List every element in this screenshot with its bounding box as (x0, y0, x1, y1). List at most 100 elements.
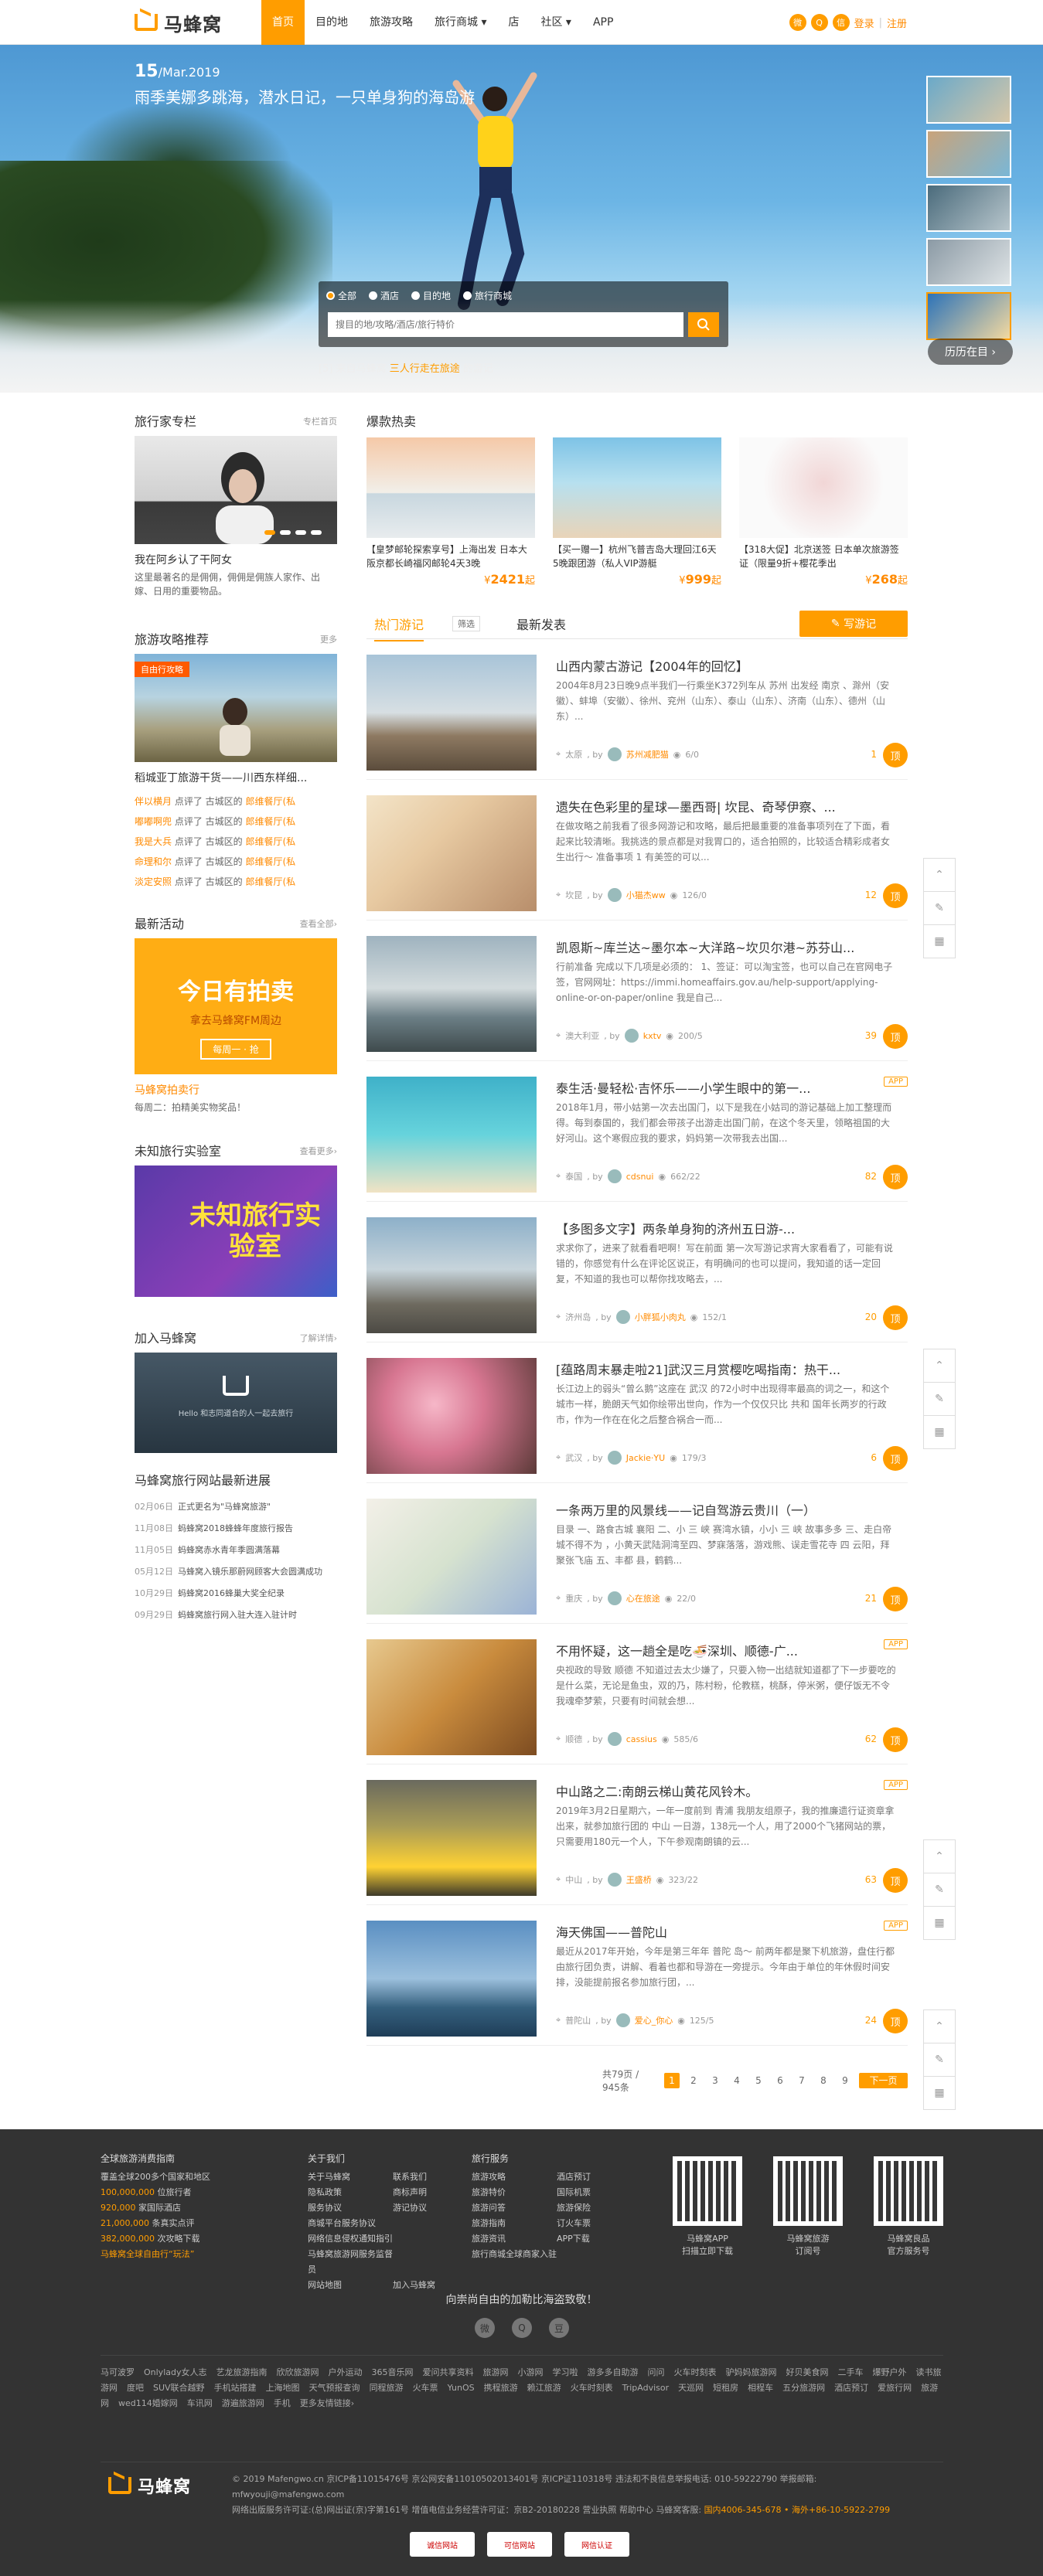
travelogue-item[interactable]: 不用怀疑，这一趟全是吃🍜深圳、顺德-广... APP 央视政的导致 顺德 不知道过去… (366, 1624, 908, 1764)
qq-icon[interactable]: Q (512, 2318, 532, 2338)
product-card[interactable]: 【买一赠一】杭州飞普吉岛大理回江6天5晚跟团游（私人VIP游艇 ¥999起 (553, 437, 721, 587)
travelogue-title[interactable]: 海天佛国——普陀山 (556, 1922, 896, 1941)
travelogue-author[interactable]: 爱心_你心 (635, 2014, 673, 2026)
wechat-icon[interactable]: 信 (832, 14, 850, 31)
friend-link[interactable]: 学习啦 (553, 2367, 578, 2377)
travelogue-title[interactable]: 一条两万里的风景线——记自驾游云贵川（一） (556, 1500, 896, 1519)
activity-banner[interactable]: 今日有拍卖 拿去马蜂窝FM周边 每周一 · 抢 (135, 938, 337, 1074)
news-item[interactable]: 11月08日 蚂蜂窝2018蜂蜂年度旅行报告 (135, 1518, 337, 1540)
travelogue-title[interactable]: 山西内蒙古游记【2004年的回忆】 (556, 656, 896, 675)
avatar[interactable] (607, 1169, 622, 1183)
recommend-card-title[interactable]: 稻城亚丁旅游干货——川西东样细... (135, 770, 337, 785)
friend-link[interactable]: 火车时刻表 (674, 2367, 717, 2377)
footer-link[interactable]: 商城平台服务协议 (308, 2216, 393, 2231)
nav-community[interactable]: 社区 ▾ (530, 0, 581, 45)
travelogue-item[interactable]: 【多图多文字】两条单身狗的济州五日游-... 求求你了，进来了就看看吧啊！写在前面… (366, 1202, 908, 1342)
footer-link[interactable]: 关于马蜂窝 (308, 2169, 393, 2185)
travelogue-item[interactable]: 泰生活·曼轻松·吉怀乐——小学生眼中的第一... APP 2018年1月，带小姑第一… (366, 1061, 908, 1202)
avatar[interactable] (607, 888, 622, 902)
like-button[interactable]: 顶 (883, 1024, 908, 1049)
review-shop[interactable]: 郎维餐厅(私 (245, 816, 295, 827)
footer-link[interactable]: 服务协议 (308, 2200, 393, 2216)
douban-icon[interactable]: 豆 (549, 2318, 569, 2338)
friend-link[interactable]: 好贝美食网 (786, 2367, 829, 2377)
column-image[interactable] (135, 436, 337, 544)
travelogue-image[interactable] (366, 936, 537, 1052)
footer-link[interactable]: 商标声明 (393, 2185, 478, 2200)
tab-latest[interactable]: 最新发表 (516, 614, 566, 633)
like-button[interactable]: 顶 (883, 743, 908, 767)
travelogue-image[interactable] (366, 795, 537, 911)
nav-guides[interactable]: 旅游攻略 (359, 0, 424, 45)
lab-banner[interactable]: 未知旅行实验室 (135, 1165, 337, 1297)
footer-link[interactable]: 旅游保险 (557, 2200, 642, 2216)
column-card-title[interactable]: 我在阿乡认了干阿女 (135, 552, 337, 567)
news-item[interactable]: 11月05日 蚂蜂窝赤水青年季圆满落幕 (135, 1540, 337, 1561)
travelogue-place[interactable]: 太原 (565, 748, 582, 761)
footer-link[interactable]: 网络信息侵权通知指引 (308, 2231, 393, 2247)
page-number[interactable]: 2 (686, 2073, 701, 2088)
friend-link[interactable]: 天巡网 (678, 2383, 704, 2393)
join-banner[interactable]: Hello 和志同道合的人一起去旅行 (135, 1353, 337, 1453)
login-link[interactable]: 登录 (854, 15, 874, 30)
friend-link[interactable]: 手机站搭建 (214, 2383, 257, 2393)
friend-link[interactable]: 爱问共享资料 (423, 2367, 474, 2377)
page-number[interactable]: 6 (772, 2073, 788, 2088)
review-shop[interactable]: 郎维餐厅(私 (245, 796, 295, 807)
travelogue-image[interactable] (366, 1499, 537, 1615)
travelogue-author[interactable]: 小胖狐小肉丸 (635, 1311, 686, 1323)
friend-link[interactable]: 小游网 (518, 2367, 544, 2377)
weibo-icon[interactable]: 微 (475, 2318, 495, 2338)
service-qrcode[interactable]: 马蜂窝良品 官方服务号 (874, 2156, 943, 2257)
qrcode-icon[interactable]: ▦ (923, 1415, 956, 1449)
news-item[interactable]: 02月06日 正式更名为"马蜂窝旅游" (135, 1496, 337, 1518)
travelogue-author[interactable]: 苏州减肥猫 (626, 748, 669, 761)
friend-link[interactable]: wed114婚嫁网 (118, 2398, 178, 2408)
friend-link[interactable]: 火车票 (413, 2383, 438, 2393)
travelogue-place[interactable]: 泰国 (565, 1170, 582, 1183)
qrcode-icon[interactable]: ▦ (923, 2076, 956, 2110)
avatar[interactable] (624, 1029, 639, 1043)
footer-link[interactable]: 游记协议 (393, 2200, 478, 2216)
friend-link[interactable]: 艺龙旅游指南 (216, 2367, 268, 2377)
like-button[interactable]: 顶 (883, 1868, 908, 1893)
travelogue-image[interactable] (366, 1921, 537, 2037)
friend-link[interactable]: 爱旅行网 (878, 2383, 912, 2393)
travelogue-place[interactable]: 重庆 (565, 1592, 582, 1604)
recommend-image[interactable]: 自由行攻略 (135, 654, 337, 762)
carousel-dot[interactable] (311, 530, 322, 535)
travelogue-author[interactable]: cdsnui (626, 1172, 654, 1182)
travelogue-author[interactable]: cassius (626, 1734, 657, 1744)
friend-link[interactable]: 车讯网 (187, 2398, 213, 2408)
friend-link[interactable]: 问问 (648, 2367, 665, 2377)
friend-link[interactable]: 天气预报查询 (309, 2383, 360, 2393)
travelogue-image[interactable] (366, 1780, 537, 1896)
travelogue-author[interactable]: Jackie·YU (626, 1453, 666, 1463)
news-item[interactable]: 10月29日 蚂蜂窝2016蜂巢大奖全纪录 (135, 1583, 337, 1604)
join-more-link[interactable]: 了解详情› (300, 1328, 337, 1349)
like-button[interactable]: 顶 (883, 1446, 908, 1471)
friend-link[interactable]: 游遍旅游网 (222, 2398, 264, 2408)
travelogue-item[interactable]: 遗失在色彩里的星球—墨西哥| 坎昆、奇琴伊察、... 在做攻略之前我看了很多网游记… (366, 780, 908, 920)
footer-stat[interactable]: 马蜂窝全球自由行“玩法” (101, 2247, 210, 2262)
footer-link[interactable]: 旅游资讯 (472, 2231, 557, 2247)
footer-link[interactable]: 订火车票 (557, 2216, 642, 2231)
activity-card-title[interactable]: 马蜂窝拍卖行 (135, 1082, 337, 1097)
like-button[interactable]: 顶 (883, 883, 908, 908)
travelogue-title[interactable]: 【多图多文字】两条单身狗的济州五日游-... (556, 1219, 896, 1237)
hero-thumbnail[interactable] (926, 130, 1011, 178)
footer-link[interactable]: 国际机票 (557, 2185, 642, 2200)
page-number[interactable]: 7 (794, 2073, 810, 2088)
register-link[interactable]: 注册 (887, 15, 907, 30)
review-user[interactable]: 伴以横月 (135, 796, 172, 807)
travelogue-image[interactable] (366, 1358, 537, 1474)
tab-hot-travelogues[interactable]: 热门游记 (374, 614, 424, 641)
travelogue-image[interactable] (366, 1639, 537, 1755)
search-button[interactable] (688, 312, 719, 337)
review-user[interactable]: 我是大兵 (135, 836, 172, 847)
travelogue-place[interactable]: 坎昆 (565, 889, 582, 901)
like-button[interactable]: 顶 (883, 1587, 908, 1611)
lab-more-link[interactable]: 查看更多› (300, 1141, 337, 1162)
feedback-icon[interactable]: ✎ (923, 2043, 956, 2077)
avatar[interactable] (615, 1310, 630, 1324)
